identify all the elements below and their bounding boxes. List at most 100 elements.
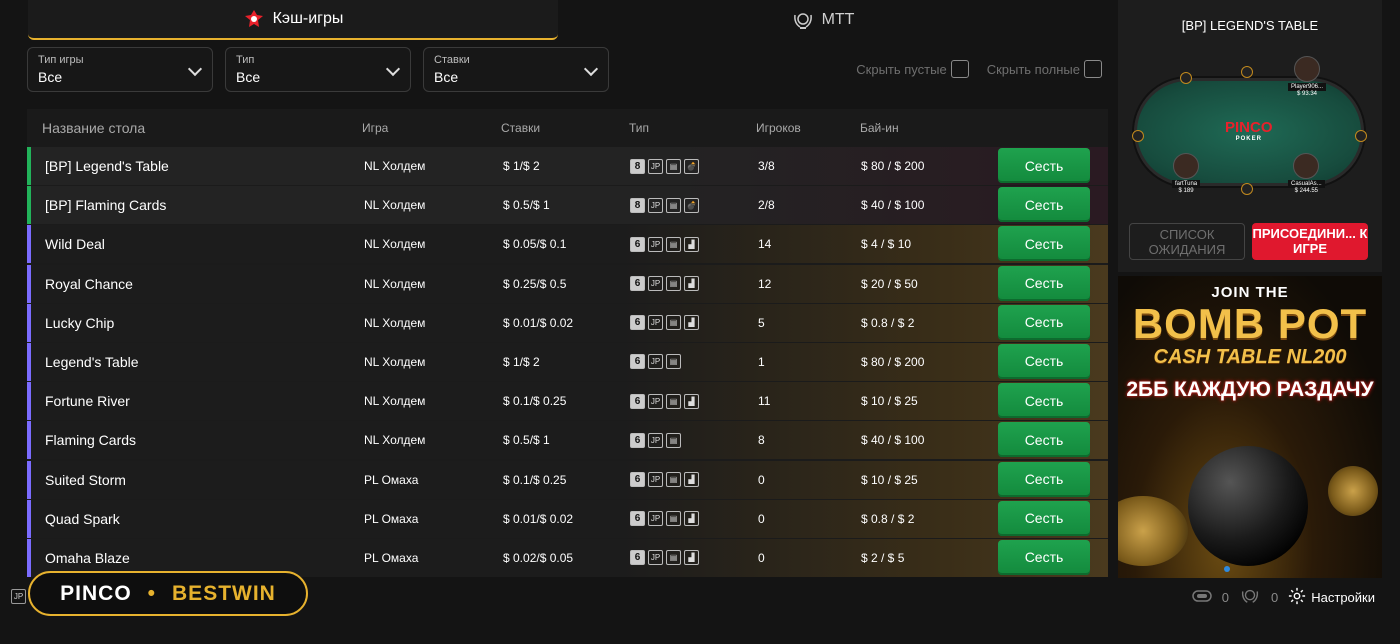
table-row[interactable]: Quad Spark PL Омаха $ 0.01/$ 0.02 6 JP ▤… — [27, 499, 1108, 538]
table-type-badges: 6 JP ▤ ▟ — [630, 511, 699, 527]
join-game-button[interactable]: ПРИСОЕДИНИ... К ИГРЕ — [1252, 223, 1368, 260]
sit-button[interactable]: Сесть — [998, 461, 1090, 497]
hide-full-checkbox[interactable]: Скрыть полные — [987, 60, 1102, 78]
table-name: Legend's Table — [45, 353, 139, 370]
empty-seat-icon[interactable] — [1180, 72, 1192, 84]
jackpot-icon: JP — [648, 315, 663, 331]
sit-button[interactable]: Сесть — [998, 383, 1090, 419]
banner-tagline: 2ББ КАЖДУЮ РАЗДАЧУ — [1126, 378, 1374, 401]
cards-icon: ▤ — [666, 511, 681, 527]
empty-seat-icon[interactable] — [1241, 183, 1253, 195]
table-game: NL Холдем — [364, 276, 426, 291]
sit-button[interactable]: Сесть — [998, 304, 1090, 340]
game-tabs: Кэш-игры MTT — [28, 0, 1118, 40]
brand-pinco: PINCO — [60, 581, 132, 605]
table-type-badges: 6 JP ▤ ▟ — [630, 315, 699, 331]
type-value: Все — [236, 69, 261, 85]
banner-subtitle: CASH TABLE NL200 — [1153, 346, 1347, 368]
brand-dot: • — [147, 581, 157, 605]
table-buyin: $ 0.8 / $ 2 — [861, 315, 915, 330]
table-buyin: $ 40 / $ 100 — [861, 198, 925, 213]
max-players-badge: 6 — [630, 315, 645, 331]
table-row[interactable]: Suited Storm PL Омаха $ 0.1/$ 0.25 6 JP … — [27, 460, 1108, 499]
sit-button[interactable]: Сесть — [998, 226, 1090, 262]
row-indicator — [27, 264, 31, 303]
tab-mtt-label: MTT — [821, 11, 855, 28]
tournament-count: 0 — [1271, 590, 1279, 605]
sit-button[interactable]: Сесть — [998, 500, 1090, 536]
table-row[interactable]: Royal Chance NL Холдем $ 0.25/$ 0.5 6 JP… — [27, 264, 1108, 303]
settings-label: Настройки — [1311, 590, 1375, 605]
type-select[interactable]: Тип Все — [225, 47, 411, 92]
table-stakes: $ 1/$ 2 — [503, 354, 540, 369]
table-buyin: $ 4 / $ 10 — [861, 237, 912, 252]
chip-graphic — [1328, 466, 1378, 516]
table-name: Omaha Blaze — [45, 549, 130, 566]
table-game: NL Холдем — [364, 354, 426, 369]
laurel-trophy-icon — [792, 9, 814, 31]
table-row[interactable]: Lucky Chip NL Холдем $ 0.01/$ 0.02 6 JP … — [27, 303, 1108, 342]
checkbox-box[interactable] — [950, 60, 969, 78]
table-type-badges: 6 JP ▤ ▟ — [630, 550, 699, 566]
pagination-dot[interactable] — [1224, 566, 1230, 572]
cards-icon: ▤ — [666, 197, 681, 213]
table-row[interactable]: Wild Deal NL Холдем $ 0.05/$ 0.1 6 JP ▤ … — [27, 225, 1108, 264]
settings-button[interactable]: Настройки — [1288, 587, 1375, 608]
tab-cash-games[interactable]: Кэш-игры — [28, 0, 558, 40]
sit-button[interactable]: Сесть — [998, 187, 1090, 223]
col-name[interactable]: Название стола — [42, 120, 145, 136]
empty-seat-icon[interactable] — [1241, 66, 1253, 78]
table-row[interactable]: [BP] Flaming Cards NL Холдем $ 0.5/$ 1 8… — [27, 186, 1108, 225]
cards-icon: ▤ — [666, 236, 681, 252]
table-type-badges: 6 JP ▤ — [630, 354, 681, 370]
table-row[interactable]: Flaming Cards NL Холдем $ 0.5/$ 1 6 JP ▤… — [27, 421, 1108, 460]
max-players-badge: 6 — [630, 354, 645, 370]
col-type[interactable]: Тип — [629, 121, 649, 135]
empty-seat-icon[interactable] — [1355, 130, 1367, 142]
table-stakes: $ 0.1/$ 0.25 — [503, 394, 567, 409]
promo-banner[interactable]: JOIN THE BOMB POT CASH TABLE NL200 2ББ К… — [1118, 276, 1382, 578]
col-stakes[interactable]: Ставки — [501, 121, 540, 135]
table-name: Quad Spark — [45, 510, 120, 527]
tab-mtt[interactable]: MTT — [558, 0, 1088, 40]
table-stakes: $ 0.01/$ 0.02 — [503, 315, 574, 330]
sit-button[interactable]: Сесть — [998, 422, 1090, 458]
waitlist-button[interactable]: СПИСОК ОЖИДАНИЯ — [1129, 223, 1245, 260]
sit-button[interactable]: Сесть — [998, 265, 1090, 301]
table-name: Lucky Chip — [45, 314, 115, 331]
table-players: 2/8 — [758, 198, 775, 213]
row-indicator — [27, 147, 31, 185]
stakes-select[interactable]: Ставки Все — [423, 47, 609, 92]
jackpot-icon: JP — [648, 432, 663, 448]
tournament-icon — [1239, 586, 1261, 609]
cards-icon: ▤ — [666, 276, 681, 292]
jackpot-icon: JP — [648, 550, 663, 566]
game-type-select[interactable]: Тип игры Все — [27, 47, 213, 92]
table-name: Wild Deal — [45, 236, 105, 253]
cards-icon: ▤ — [666, 472, 681, 487]
col-players[interactable]: Игроков — [756, 121, 801, 135]
tab-cash-games-label: Кэш-игры — [272, 10, 344, 27]
col-buyin[interactable]: Бай-ин — [860, 121, 899, 135]
table-game: PL Омаха — [364, 511, 419, 526]
table-game: NL Холдем — [364, 237, 426, 252]
table-row[interactable]: Fortune River NL Холдем $ 0.1/$ 0.25 6 J… — [27, 382, 1108, 421]
footer-status: 0 0 Настройки — [1192, 586, 1375, 609]
table-buyin: $ 2 / $ 5 — [861, 550, 905, 565]
table-players: 0 — [758, 511, 765, 526]
table-stakes: $ 0.1/$ 0.25 — [503, 472, 567, 487]
table-row[interactable]: [BP] Legend's Table NL Холдем $ 1/$ 2 8 … — [27, 147, 1108, 185]
avatar — [1294, 56, 1321, 82]
table-buyin: $ 80 / $ 200 — [861, 354, 925, 369]
table-row[interactable]: Legend's Table NL Холдем $ 1/$ 2 6 JP ▤ … — [27, 342, 1108, 381]
hide-empty-checkbox[interactable]: Скрыть пустые — [856, 60, 969, 78]
sit-button[interactable]: Сесть — [998, 539, 1090, 575]
empty-seat-icon[interactable] — [1132, 130, 1144, 142]
col-game[interactable]: Игра — [362, 121, 388, 135]
table-header: Название стола Игра Ставки Тип Игроков Б… — [27, 109, 1108, 147]
row-indicator — [27, 225, 31, 264]
sit-button[interactable]: Сесть — [998, 343, 1090, 379]
sit-button[interactable]: Сесть — [998, 148, 1090, 183]
max-players-badge: 6 — [630, 432, 645, 448]
checkbox-box[interactable] — [1084, 60, 1102, 78]
